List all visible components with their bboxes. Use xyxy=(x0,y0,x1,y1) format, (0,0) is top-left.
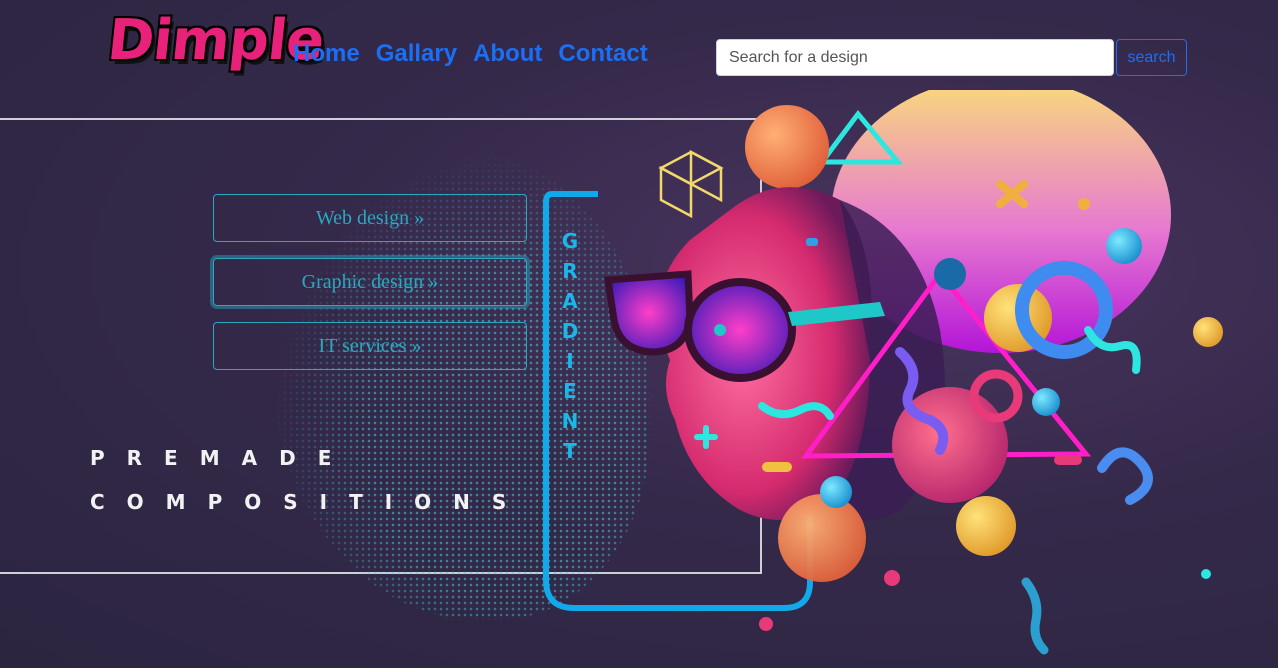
nav-contact-link[interactable]: Contact xyxy=(558,40,647,68)
search-button[interactable]: search xyxy=(1116,39,1187,76)
graphic-design-button[interactable]: Graphic design » xyxy=(213,258,527,306)
nav-home-link[interactable]: Home xyxy=(293,40,360,68)
nav-gallery-link[interactable]: Gallary xyxy=(376,40,457,68)
cube-outline-icon xyxy=(658,149,724,219)
orange-ball xyxy=(745,105,829,189)
web-design-button[interactable]: Web design » xyxy=(213,194,527,242)
tagline-compositions: COMPOSITIONS xyxy=(90,490,529,514)
it-services-button[interactable]: IT services » xyxy=(213,322,527,370)
hero-illustration xyxy=(543,90,1223,655)
nav-about-link[interactable]: About xyxy=(473,40,542,68)
gold-sphere-small xyxy=(956,496,1016,556)
tagline-premade: PREMADE xyxy=(90,446,354,470)
fuzzy-orange-ball xyxy=(778,494,866,582)
gradient-vertical-text: GRADIENT xyxy=(561,229,579,463)
main-nav: Home Gallary About Contact xyxy=(293,40,648,68)
search-input[interactable] xyxy=(716,39,1114,76)
